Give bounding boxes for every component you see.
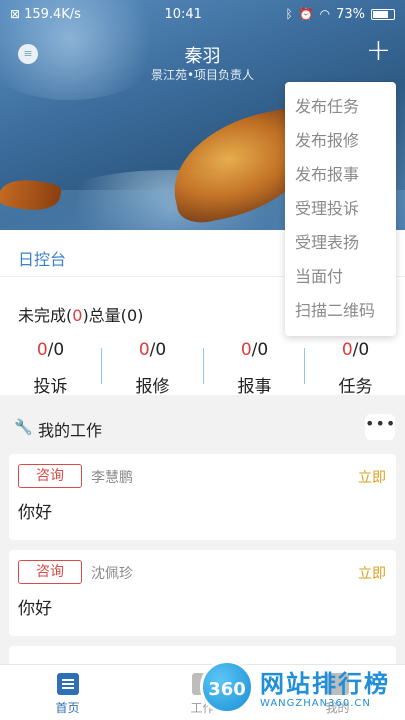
alarm-icon: ⏰: [298, 7, 314, 21]
stat-label: 任务: [338, 377, 373, 397]
stat-value: 0/0: [204, 340, 305, 360]
stat-complaint[interactable]: 0/0 投诉: [0, 340, 101, 397]
user-name: 秦羽: [184, 46, 221, 67]
card-message: 你好: [18, 503, 52, 523]
status-right: ᛒ ⏰ ◠ 73%: [285, 7, 395, 22]
work-card[interactable]: 咨询 沈佩珍 立即 你好: [9, 550, 396, 636]
stat-total: /0: [149, 340, 167, 360]
stat-value: 0/0: [0, 340, 101, 360]
stat-done: 0: [240, 340, 252, 360]
watermark: 360 网站排行榜 WANGZHAN360.CN: [196, 656, 405, 720]
watermark-logo: 360: [200, 660, 254, 714]
menu-item-publish-repair[interactable]: 发布报修: [285, 124, 396, 158]
summary-prefix: 未完成(: [18, 306, 73, 325]
console-title: 日控台: [18, 250, 67, 269]
stat-total: /0: [47, 340, 65, 360]
summary-suffix: ): [137, 306, 144, 325]
status-bar: ⊠ 159.4K/s 10:41 ᛒ ⏰ ◠ 73%: [0, 0, 405, 28]
card-person: 李慧鹏: [91, 470, 133, 486]
menu-item-scan-qr[interactable]: 扫描二维码: [285, 294, 396, 328]
summary-count: 0: [72, 306, 83, 325]
summary-line: 未完成(0)总量(0): [18, 302, 143, 326]
add-icon[interactable]: +: [366, 36, 391, 66]
watermark-sub: WANGZHAN360.CN: [260, 698, 371, 709]
wifi-icon: ◠: [319, 7, 331, 21]
card-action-link[interactable]: 立即: [358, 563, 386, 583]
type-badge: 咨询: [18, 464, 82, 488]
menu-item-publish-task[interactable]: 发布任务: [285, 90, 396, 124]
quick-action-menu: 发布任务 发布报修 发布报事 受理投诉 受理表扬 当面付 扫描二维码: [285, 82, 396, 336]
network-speed: 159.4K/s: [24, 6, 81, 22]
stat-done: 0: [36, 340, 48, 360]
stat-done: 0: [138, 340, 150, 360]
user-role: 景江苑•项目负责人: [150, 68, 255, 82]
stat-label: 报事: [237, 377, 272, 397]
wrench-icon: 🔧: [14, 418, 33, 436]
stat-task[interactable]: 0/0 任务: [305, 340, 405, 397]
stat-value: 0/0: [102, 340, 203, 360]
download-icon: ⊠: [10, 7, 21, 21]
my-work-title: 我的工作: [38, 421, 103, 440]
menu-item-pay-in-person[interactable]: 当面付: [285, 260, 396, 294]
work-card[interactable]: 咨询 李慧鹏 立即 你好: [9, 454, 396, 540]
bluetooth-icon: ᛒ: [285, 7, 293, 21]
stat-repair[interactable]: 0/0 报修: [102, 340, 203, 397]
menu-item-handle-praise[interactable]: 受理表扬: [285, 226, 396, 260]
card-person: 沈佩珍: [91, 566, 133, 582]
tab-home[interactable]: 首页: [0, 665, 135, 720]
watermark-title: 网站排行榜: [260, 670, 390, 698]
more-button[interactable]: •••: [365, 414, 395, 440]
status-time: 10:41: [164, 6, 202, 22]
stat-label: 投诉: [33, 377, 68, 397]
stat-value: 0/0: [305, 340, 405, 360]
summary-mid: )总量(: [82, 306, 127, 325]
stat-total: /0: [251, 340, 269, 360]
summary-total: 0: [126, 306, 138, 325]
status-left: ⊠ 159.4K/s: [10, 7, 81, 22]
type-badge: 咨询: [18, 560, 82, 584]
menu-item-handle-complaint[interactable]: 受理投诉: [285, 192, 396, 226]
stat-report[interactable]: 0/0 报事: [204, 340, 305, 397]
stat-label: 报修: [135, 377, 170, 397]
card-action-link[interactable]: 立即: [358, 467, 386, 487]
stat-total: /0: [352, 340, 370, 360]
home-icon: [56, 673, 79, 695]
tab-label: 首页: [55, 701, 80, 715]
my-work-header: 🔧 我的工作 •••: [0, 405, 405, 449]
app-screen: ⊠ 159.4K/s 10:41 ᛒ ⏰ ◠ 73% ≡ 秦羽 景江苑•项目负责…: [0, 0, 405, 720]
menu-item-publish-report[interactable]: 发布报事: [285, 158, 396, 192]
battery-percent: 73%: [336, 6, 365, 22]
card-message: 你好: [18, 599, 52, 619]
battery-icon: [370, 8, 395, 20]
stat-done: 0: [341, 340, 353, 360]
